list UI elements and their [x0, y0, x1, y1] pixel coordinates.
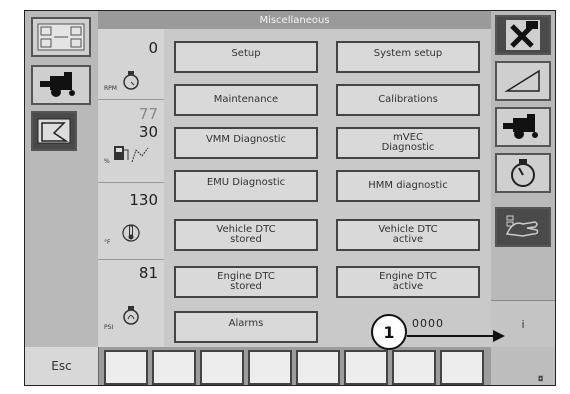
- temperature-icon: [122, 224, 140, 242]
- vehicle-dtc-stored-button[interactable]: Vehicle DTC stored: [174, 219, 318, 251]
- calibrations-button[interactable]: Calibrations: [336, 84, 480, 116]
- temperature-unit: °F: [104, 239, 111, 246]
- blank-softkey: [491, 347, 555, 385]
- gauge-column: 0 RPM 77 30 % 130 °F 81 PSI: [98, 29, 165, 347]
- slope-button[interactable]: [495, 61, 551, 101]
- softkey-row: Esc ◘: [25, 347, 555, 385]
- fuel-dim-value: 77: [138, 105, 158, 123]
- rpm-gauge: 0 RPM: [98, 29, 164, 99]
- callout-arrow: [407, 330, 505, 342]
- combine-harvester-icon: [503, 114, 538, 139]
- alarms-button[interactable]: Alarms: [174, 311, 318, 343]
- grid-settings-button[interactable]: [31, 17, 91, 57]
- engine-dtc-stored-button[interactable]: Engine DTC stored: [174, 266, 318, 298]
- fuel-gauge-icon: [114, 146, 149, 163]
- operator-hand-icon: [505, 215, 539, 237]
- operator-button[interactable]: [495, 207, 551, 247]
- softkey-8[interactable]: [440, 350, 484, 385]
- engine-speed-button[interactable]: [495, 153, 551, 193]
- vehicle-dtc-active-button[interactable]: Vehicle DTC active: [336, 219, 480, 251]
- oil-pressure-unit: PSI: [104, 324, 114, 331]
- grid-settings-icon: [37, 23, 85, 51]
- emu-diagnostic-button[interactable]: EMU Diagnostic: [174, 170, 318, 202]
- temperature-gauge: 130 °F: [98, 183, 164, 259]
- right-sidebar: [491, 11, 555, 347]
- softkey-7[interactable]: [392, 350, 436, 385]
- temperature-value: 130: [129, 191, 158, 209]
- field-boundary-icon: [37, 118, 71, 144]
- softkey-5[interactable]: [296, 350, 340, 385]
- corner-mark: ◘: [538, 375, 544, 383]
- hmm-diagnostic-button[interactable]: HMM diagnostic: [336, 170, 480, 202]
- menu-grid: Setup System setup Maintenance Calibrati…: [164, 29, 491, 347]
- rpm-unit: RPM: [104, 85, 117, 92]
- fuel-gauge: 77 30 %: [98, 100, 164, 182]
- left-sidebar: [25, 11, 98, 347]
- softkey-1[interactable]: [104, 350, 148, 385]
- system-setup-button[interactable]: System setup: [336, 41, 480, 73]
- softkey-6[interactable]: [344, 350, 388, 385]
- setup-button[interactable]: Setup: [174, 41, 318, 73]
- tools-icon: [506, 20, 540, 50]
- engine-speed-icon: [511, 159, 535, 187]
- combine-view-button[interactable]: [31, 65, 91, 105]
- oil-pressure-value: 81: [138, 264, 158, 282]
- maintenance-button[interactable]: Maintenance: [174, 84, 318, 116]
- fuel-value: 30: [138, 123, 158, 141]
- softkey-2[interactable]: [152, 350, 196, 385]
- page-title: Miscellaneous: [98, 11, 491, 29]
- fuel-unit: %: [104, 158, 110, 165]
- softkey-3[interactable]: [200, 350, 244, 385]
- combine-harvester-icon: [40, 72, 75, 97]
- oil-pressure-icon: [123, 306, 139, 325]
- display-frame: Miscellaneous 0 RPM 77 30 % 130 °F 81 PS…: [0, 0, 570, 394]
- engine-speed-icon: [123, 71, 139, 90]
- combine-status-button[interactable]: [495, 107, 551, 147]
- field-boundary-button[interactable]: [31, 111, 77, 151]
- oil-pressure-gauge: 81 PSI: [98, 260, 164, 347]
- slope-icon: [504, 69, 540, 92]
- softkey-4[interactable]: [248, 350, 292, 385]
- engine-dtc-active-button[interactable]: Engine DTC active: [336, 266, 480, 298]
- tools-button[interactable]: [495, 15, 551, 55]
- esc-button[interactable]: Esc: [25, 347, 99, 385]
- mvec-diagnostic-button[interactable]: mVEC Diagnostic: [336, 127, 480, 159]
- rpm-value: 0: [148, 39, 158, 57]
- callout-marker: 1: [371, 314, 407, 350]
- vmm-diagnostic-button[interactable]: VMM Diagnostic: [174, 127, 318, 159]
